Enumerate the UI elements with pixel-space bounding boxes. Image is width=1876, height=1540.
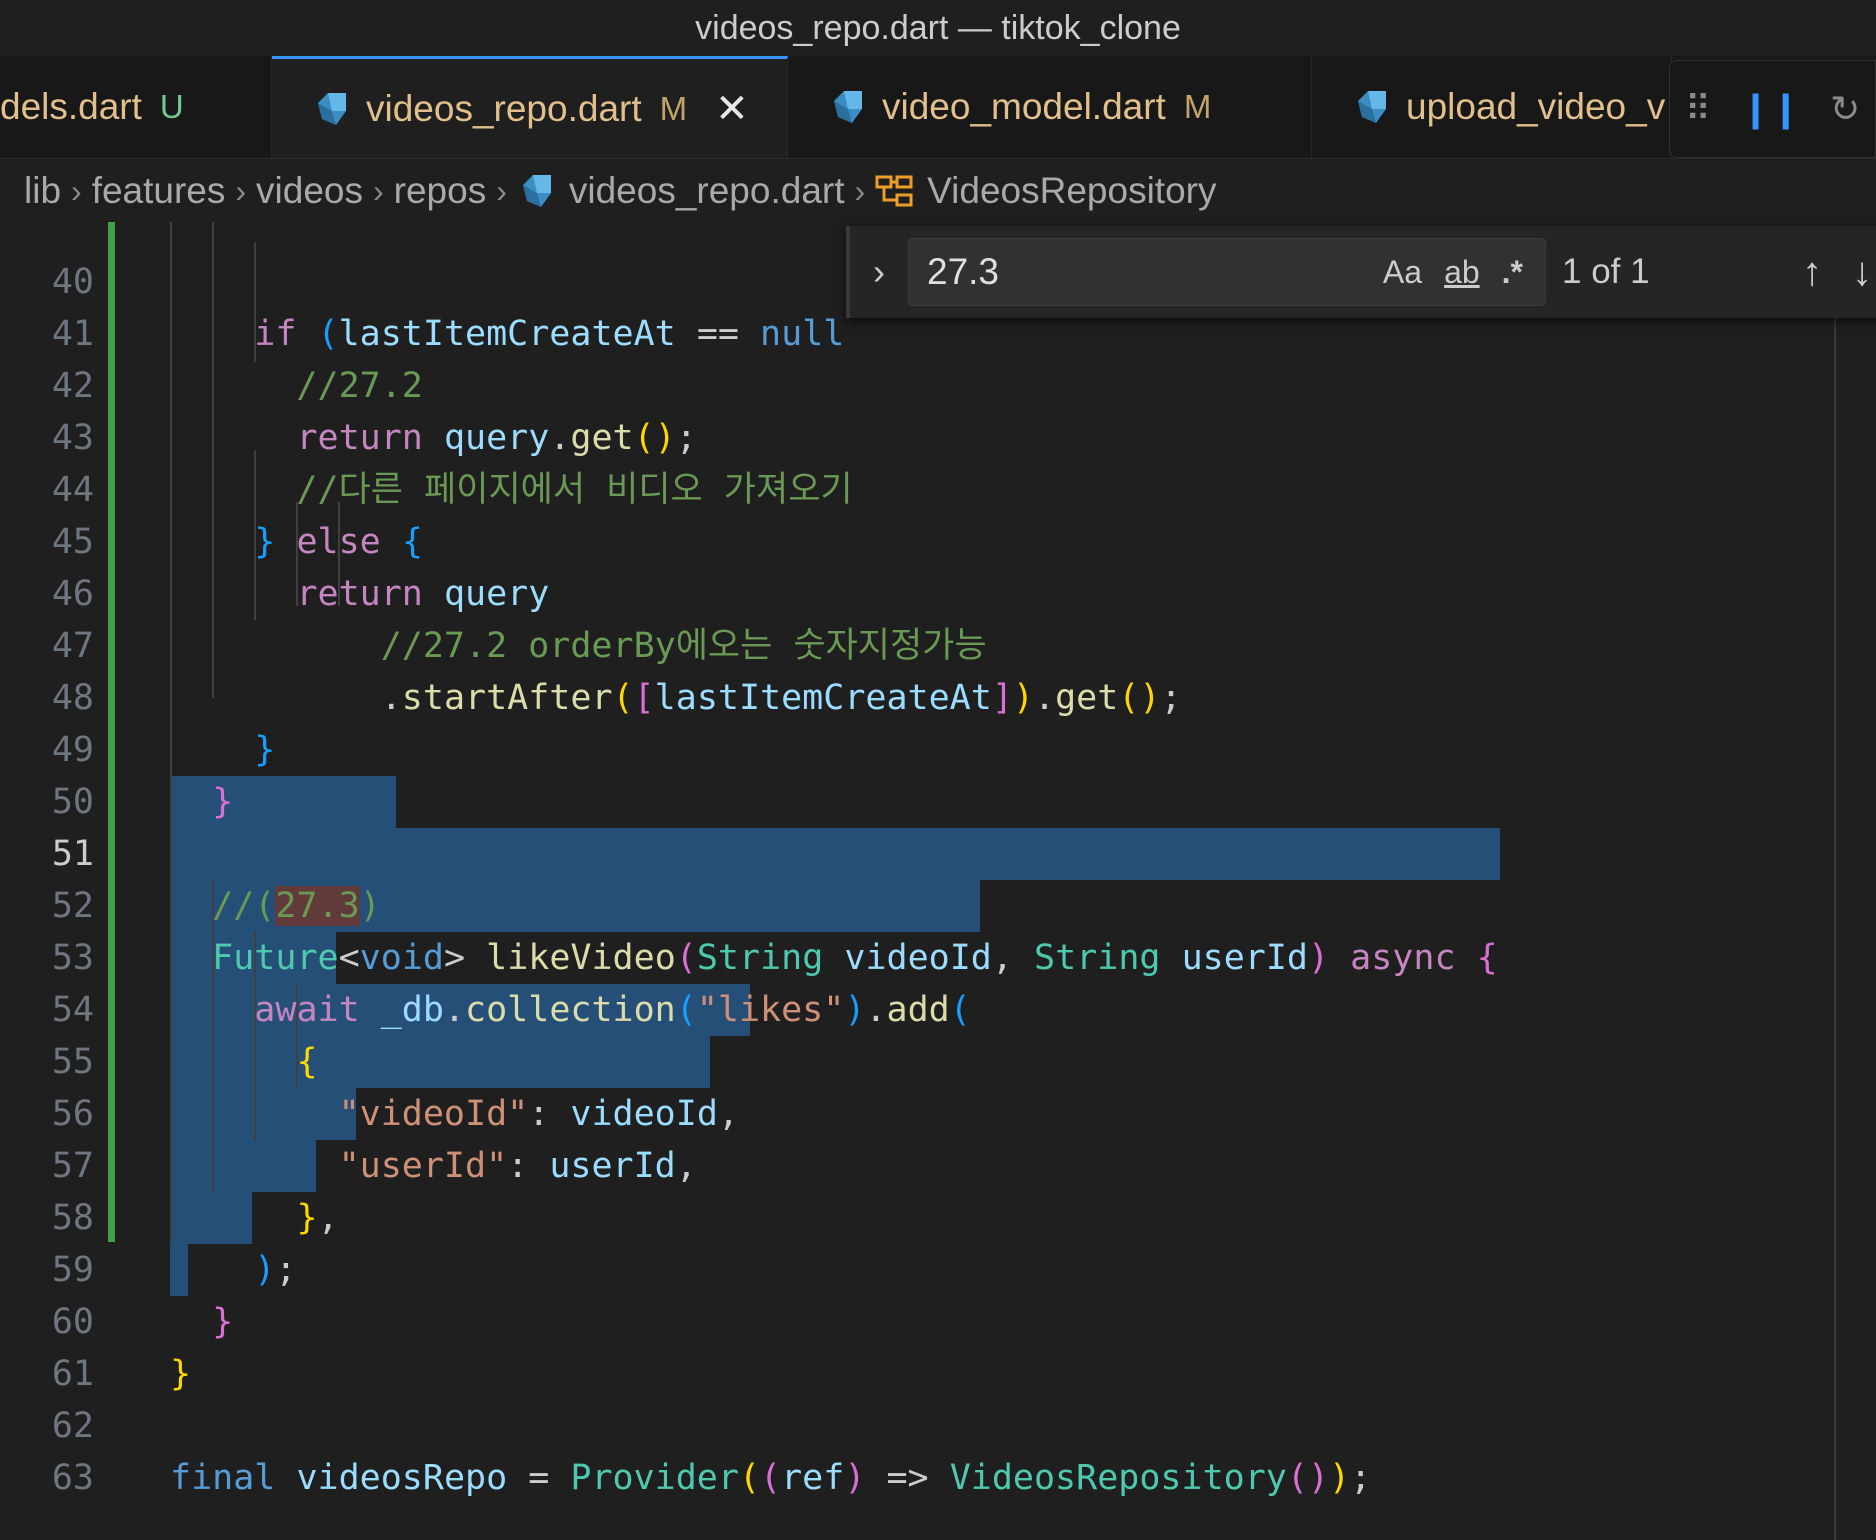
- match-case-button[interactable]: Aa: [1383, 254, 1422, 291]
- code-line[interactable]: 58 );: [0, 1140, 1876, 1290]
- tab-upload-video[interactable]: upload_video_v: [1312, 56, 1672, 158]
- next-match-icon[interactable]: ↓: [1852, 250, 1872, 295]
- code-line[interactable]: 55 "videoId": videoId,: [0, 984, 1876, 1134]
- tab-label: videos_repo.dart: [366, 87, 642, 129]
- tab-videos-repo-dart[interactable]: videos_repo.dart M ✕: [272, 56, 788, 158]
- whole-word-button[interactable]: ab: [1444, 254, 1480, 291]
- code-line[interactable]: 60 }: [0, 1244, 1876, 1394]
- code-line[interactable]: 61: [0, 1296, 1876, 1394]
- breadcrumb-item-class[interactable]: VideosRepository: [927, 170, 1216, 212]
- window-title: videos_repo.dart — tiktok_clone: [695, 8, 1181, 47]
- breadcrumb-item-repos[interactable]: repos: [394, 170, 487, 212]
- line-number: 63: [51, 1458, 94, 1498]
- dart-file-icon: [318, 92, 346, 125]
- find-input-value: 27.3: [927, 251, 1000, 292]
- tab-status-untracked: U: [159, 88, 184, 125]
- chevron-right-icon: ›: [235, 172, 247, 209]
- code-line[interactable]: 53 await _db.collection("likes").add(: [0, 880, 1876, 1030]
- regex-button[interactable]: .*: [1502, 254, 1523, 291]
- code-line[interactable]: 54 {: [0, 932, 1876, 1082]
- dart-file-icon: [834, 91, 862, 123]
- code-line[interactable]: 62 final videosRepo = Provider((ref) => …: [0, 1348, 1876, 1498]
- code-line[interactable]: 49 }: [0, 672, 1876, 822]
- breadcrumb-item-lib[interactable]: lib: [24, 170, 61, 212]
- breadcrumb: lib › features › videos › repos › videos…: [0, 160, 1876, 222]
- code-line[interactable]: 56 "userId": userId,: [0, 1036, 1876, 1186]
- close-icon[interactable]: ✕: [715, 89, 749, 129]
- code-line[interactable]: 52 Future<void> likeVideo(String videoId…: [0, 828, 1876, 978]
- tab-status-modified: M: [1183, 88, 1212, 125]
- restart-icon[interactable]: ↻: [1830, 88, 1860, 130]
- toggle-replace-icon[interactable]: ›: [850, 251, 908, 293]
- code-line[interactable]: 51 //(27.3): [0, 776, 1876, 926]
- code-editor[interactable]: 40 if (lastItemCreateAt == null 41 //27.…: [0, 222, 1876, 1540]
- dart-file-icon: [522, 175, 551, 207]
- code-line[interactable]: 44 } else {: [0, 412, 1876, 562]
- breadcrumb-item-file[interactable]: videos_repo.dart: [569, 170, 845, 212]
- dart-file-icon: [1358, 91, 1386, 123]
- tab-label: dels.dart: [0, 86, 142, 127]
- tab-models-dart[interactable]: dels.dart U: [0, 56, 272, 158]
- window-title-bar: videos_repo.dart — tiktok_clone: [0, 0, 1876, 57]
- code-line[interactable]: 47 .startAfter([lastItemCreateAt]).get()…: [0, 568, 1876, 718]
- code-line[interactable]: 50: [0, 724, 1876, 822]
- chevron-right-icon: ›: [854, 172, 866, 209]
- tab-video-model-dart[interactable]: video_model.dart M: [788, 56, 1312, 158]
- drag-handle-icon[interactable]: ⠿: [1685, 88, 1711, 130]
- code-line[interactable]: 45 return query: [0, 464, 1876, 614]
- editor-tab-bar: dels.dart U videos_repo.dart M ✕ video_m…: [0, 56, 1876, 159]
- code-line[interactable]: 63: [0, 1400, 1876, 1498]
- tab-status-modified: M: [659, 89, 688, 127]
- code-line-text: final videosRepo = Provider((ref) => Vid…: [170, 1458, 1372, 1498]
- code-line[interactable]: 57 },: [0, 1088, 1876, 1238]
- code-line[interactable]: 48 }: [0, 620, 1876, 770]
- breadcrumb-item-features[interactable]: features: [92, 170, 226, 212]
- tab-label: video_model.dart: [882, 86, 1166, 127]
- class-symbol-icon: [875, 175, 913, 207]
- find-input[interactable]: 27.3 Aa ab .*: [908, 238, 1546, 306]
- debug-toolbar: ⠿ ❙❙ ↻: [1669, 60, 1876, 158]
- chevron-right-icon: ›: [496, 172, 507, 209]
- find-widget: › 27.3 Aa ab .* 1 of 1 ↑ ↓: [846, 226, 1876, 318]
- chevron-right-icon: ›: [373, 172, 384, 209]
- tab-label: upload_video_v: [1406, 86, 1666, 127]
- previous-match-icon[interactable]: ↑: [1802, 250, 1822, 295]
- pause-icon[interactable]: ❙❙: [1740, 88, 1800, 130]
- code-line[interactable]: 46 //27.2 orderBy에오는 숫자지정가능: [0, 516, 1876, 666]
- code-line[interactable]: 43 //다른 페이지에서 비디오 가져오기: [0, 360, 1876, 510]
- chevron-right-icon: ›: [71, 172, 82, 209]
- find-match-count: 1 of 1: [1562, 252, 1650, 291]
- code-line[interactable]: 59 }: [0, 1192, 1876, 1342]
- breadcrumb-item-videos[interactable]: videos: [256, 170, 363, 212]
